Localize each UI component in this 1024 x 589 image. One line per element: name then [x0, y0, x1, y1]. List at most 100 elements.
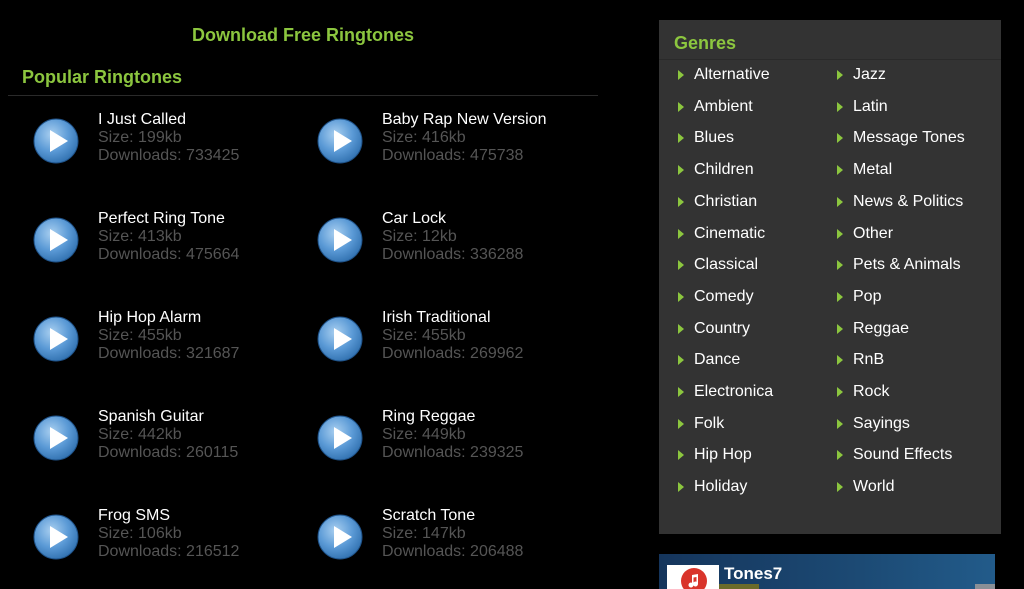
genre-label: Alternative	[694, 66, 770, 83]
play-button[interactable]	[317, 118, 363, 164]
ringtone-size: Size: 442kb	[98, 426, 182, 443]
arrow-right-icon	[837, 228, 843, 239]
play-button[interactable]	[33, 118, 79, 164]
arrow-right-icon	[837, 196, 843, 207]
genre-label: Dance	[694, 351, 741, 369]
ringtone-name-link[interactable]: Irish Traditional	[382, 309, 491, 327]
genre-label: Message Tones	[853, 129, 965, 147]
arrow-right-icon	[837, 482, 843, 493]
genre-label: Reggae	[853, 319, 910, 337]
ringtone-item: Frog SMS Size: 106kb Downloads: 216512	[33, 507, 313, 574]
arrow-right-icon	[837, 165, 843, 176]
genre-label: Folk	[694, 414, 725, 432]
genre-label: Christian	[694, 192, 758, 210]
arrow-right-icon	[837, 133, 843, 144]
play-icon	[33, 118, 79, 164]
ringtone-item: Irish Traditional Size: 455kb Downloads: 2…	[317, 309, 597, 376]
genre-label: RnB	[853, 351, 885, 369]
arrow-right-icon	[837, 450, 843, 461]
music-note-icon	[681, 568, 707, 589]
ringtone-downloads: Downloads: 475738	[382, 147, 524, 164]
ringtone-name-link[interactable]: Scratch Tone	[382, 507, 475, 525]
ringtone-downloads: Downloads: 336288	[382, 246, 524, 263]
genre-label: Pop	[853, 287, 882, 305]
genre-label: Classical	[694, 256, 759, 274]
arrow-right-icon	[678, 165, 684, 176]
ringtone-name-link[interactable]: Frog SMS	[98, 507, 170, 525]
page-title: Download Free Ringtones	[192, 25, 415, 45]
play-icon	[317, 514, 363, 560]
arrow-right-icon	[678, 450, 684, 461]
ringtone-size: Size: 455kb	[382, 327, 466, 344]
ringtone-item: Hip Hop Alarm Size: 455kb Downloads: 32168…	[33, 309, 313, 376]
arrow-right-icon	[678, 387, 684, 397]
ringtone-downloads: Downloads: 733425	[98, 147, 240, 164]
ringtone-size: Size: 449kb	[382, 426, 466, 443]
genre-label: Ambient	[694, 97, 753, 115]
arrow-right-icon	[678, 70, 684, 80]
genre-label: World	[853, 478, 895, 496]
ringtone-name-link[interactable]: Spanish Guitar	[98, 408, 204, 426]
ringtone-size: Size: 416kb	[382, 129, 466, 146]
genre-label: Sayings	[853, 414, 910, 432]
play-icon	[33, 217, 79, 263]
arrow-right-icon	[678, 482, 684, 493]
ringtone-downloads: Downloads: 260115	[98, 444, 239, 461]
ringtone-size: Size: 413kb	[98, 228, 182, 245]
ringtone-name-link[interactable]: Ring Reggae	[382, 408, 475, 426]
promo-scrollbar[interactable]	[975, 584, 995, 589]
ringtone-item: Baby Rap New Version Size: 416kb Downloads…	[317, 111, 597, 178]
app-promo-card[interactable]: Tones7	[659, 554, 995, 589]
ringtone-size: Size: 12kb	[382, 228, 457, 245]
ringtone-item: I Just Called Size: 199kb Downloads: 73342…	[33, 111, 313, 178]
play-button[interactable]	[317, 415, 363, 461]
play-icon	[317, 217, 363, 263]
play-icon	[317, 415, 363, 461]
genres-panel: Genres Alternative Ambient Blues Children Ch…	[659, 20, 1001, 534]
arrow-right-icon	[678, 323, 684, 334]
popular-ringtones-heading: Popular Ringtones	[22, 67, 183, 87]
play-button[interactable]	[33, 316, 79, 362]
arrow-right-icon	[678, 196, 684, 207]
genre-label: Pets & Animals	[853, 256, 961, 274]
play-button[interactable]	[317, 217, 363, 263]
genre-label: Holiday	[694, 478, 748, 496]
genre-label: Cinematic	[694, 224, 766, 242]
play-button[interactable]	[317, 514, 363, 560]
ringtone-downloads: Downloads: 321687	[98, 345, 240, 362]
ringtone-downloads: Downloads: 475664	[98, 246, 240, 263]
ringtone-downloads: Downloads: 216512	[98, 543, 240, 560]
arrow-right-icon	[837, 355, 843, 366]
ringtone-name-link[interactable]: I Just Called	[98, 111, 186, 129]
play-icon	[317, 118, 363, 164]
ringtone-name-link[interactable]: Perfect Ring Tone	[98, 210, 225, 228]
genre-label: Latin	[853, 97, 888, 115]
ringtone-downloads: Downloads: 239325	[382, 444, 524, 461]
section-divider	[8, 95, 598, 96]
arrow-right-icon	[837, 291, 843, 302]
genre-label: Children	[694, 161, 754, 179]
genre-label: Other	[853, 224, 894, 242]
arrow-right-icon	[678, 291, 684, 302]
genres-divider	[659, 59, 1001, 60]
genre-label: Rock	[853, 383, 890, 400]
genre-label: Blues	[694, 129, 735, 147]
arrow-right-icon	[678, 418, 684, 429]
arrow-right-icon	[678, 101, 684, 112]
play-icon	[33, 415, 79, 461]
ringtone-size: Size: 455kb	[98, 327, 182, 344]
play-button[interactable]	[317, 316, 363, 362]
arrow-right-icon	[837, 260, 843, 271]
genre-label: Country	[694, 319, 751, 337]
play-button[interactable]	[33, 415, 79, 461]
genres-heading: Genres	[674, 33, 737, 53]
ringtone-name-link[interactable]: Baby Rap New Version	[382, 111, 547, 129]
ringtone-name-link[interactable]: Car Lock	[382, 210, 446, 228]
ringtone-name-link[interactable]: Hip Hop Alarm	[98, 309, 201, 327]
play-button[interactable]	[33, 217, 79, 263]
play-button[interactable]	[33, 514, 79, 560]
genre-label: Sound Effects	[853, 446, 953, 464]
ringtone-item: Spanish Guitar Size: 442kb Downloads: 2601…	[33, 408, 313, 475]
arrow-right-icon	[837, 418, 843, 429]
play-icon	[33, 316, 79, 362]
